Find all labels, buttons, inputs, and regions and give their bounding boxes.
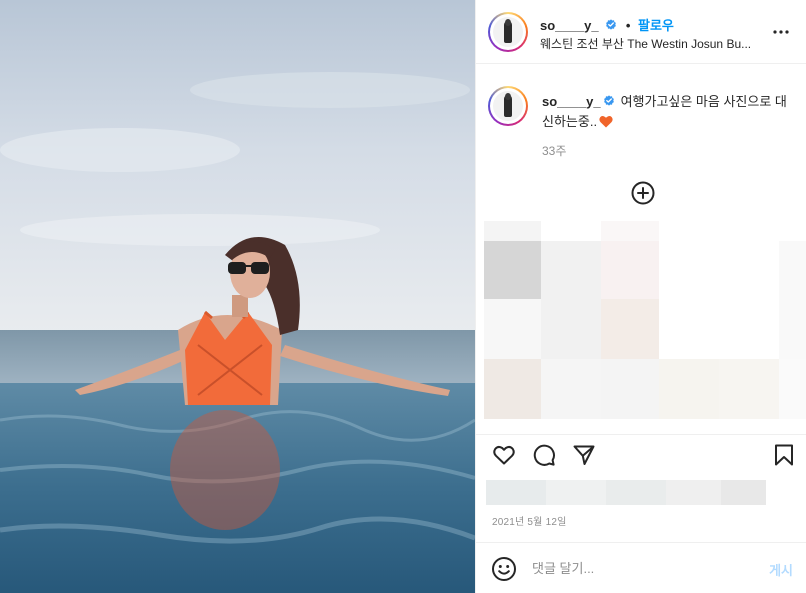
caption: so____y_ 여행가고싶은 마음 사진으로 대신하는중.. <box>542 92 792 132</box>
likes-count-blurred <box>486 480 766 505</box>
comment-bar: 게시 <box>476 542 806 593</box>
comment-input[interactable] <box>532 557 752 579</box>
caption-time: 33주 <box>542 144 567 158</box>
follow-button[interactable]: 팔로우 <box>638 18 674 33</box>
comments-section: so____y_ 여행가고싶은 마음 사진으로 대신하는중.. 33주 <box>476 64 806 434</box>
more-options-icon[interactable] <box>771 22 791 42</box>
orange-heart-emoji-icon <box>599 116 613 128</box>
paper-plane-icon[interactable] <box>572 443 596 467</box>
verified-badge-icon <box>606 19 617 30</box>
post-date: 2021년 5월 12일 <box>492 517 567 528</box>
post-detail-panel: so____y_ • 팔로우 웨스틴 조선 부산 The Westin Josu… <box>475 0 806 593</box>
header-avatar[interactable] <box>488 12 528 52</box>
bookmark-icon[interactable] <box>772 443 796 467</box>
action-bar <box>476 434 806 474</box>
caption-avatar[interactable] <box>488 86 528 126</box>
verified-badge-icon <box>603 95 614 106</box>
smiley-icon[interactable] <box>491 556 517 582</box>
header-separator: • <box>625 18 631 33</box>
location-link[interactable]: 웨스틴 조선 부산 The Westin Josun Bu... <box>540 35 755 52</box>
header-username[interactable]: so____y_ <box>540 18 599 33</box>
post-comment-button[interactable]: 게시 <box>769 560 793 579</box>
plus-circle-icon[interactable] <box>631 181 655 205</box>
header-user-line: so____y_ • 팔로우 <box>540 15 674 34</box>
post-image[interactable] <box>0 0 475 593</box>
post-header: so____y_ • 팔로우 웨스틴 조선 부산 The Westin Josu… <box>476 0 806 64</box>
blurred-comments <box>484 221 806 419</box>
heart-outline-icon[interactable] <box>492 443 516 467</box>
comment-bubble-icon[interactable] <box>532 443 556 467</box>
caption-username[interactable]: so____y_ <box>542 94 601 109</box>
post-photo-illustration <box>0 0 475 593</box>
